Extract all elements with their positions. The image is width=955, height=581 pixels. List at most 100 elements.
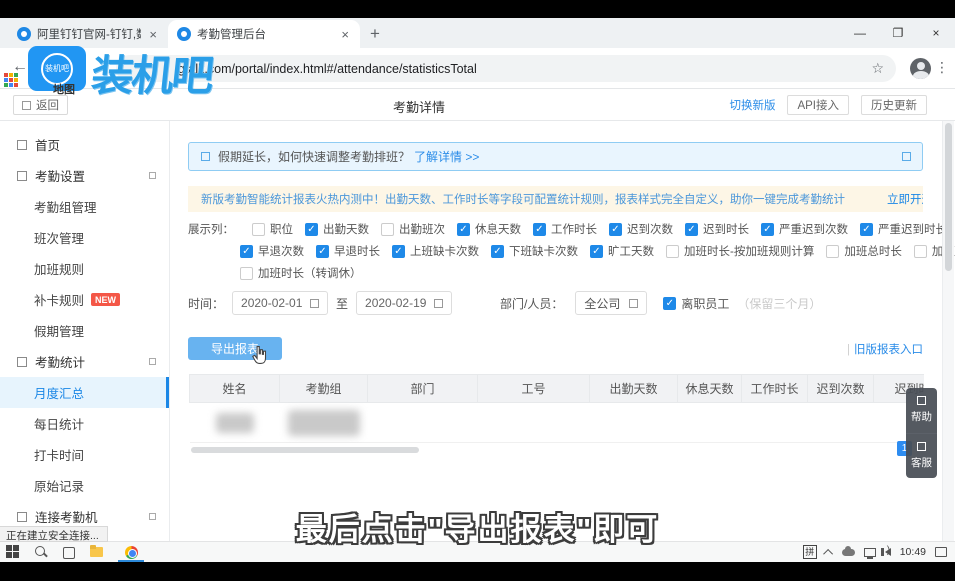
float-panel-help[interactable]: 帮助 [906, 388, 937, 433]
dept-select[interactable]: 全公司 [575, 291, 647, 315]
calendar-icon [434, 299, 443, 308]
new-tab-button[interactable]: + [370, 24, 380, 44]
column-checkbox-早退次数[interactable]: ✓ 早退次数 [240, 243, 304, 259]
checkbox-label: 迟到时长 [703, 221, 749, 237]
column-checkbox-严重迟到次数[interactable]: ✓ 严重迟到次数 [761, 221, 848, 237]
column-checkbox-工作时长[interactable]: ✓工作时长 [533, 221, 597, 237]
sidebar-item-0[interactable]: 首页 [0, 129, 169, 160]
float-panel-label: 客服 [911, 455, 932, 470]
checkbox-icon[interactable] [381, 223, 394, 236]
profile-avatar[interactable] [910, 58, 931, 79]
checkbox-icon[interactable]: ✓ [316, 245, 329, 258]
sidebar-item-2[interactable]: 考勤组管理 [0, 191, 169, 222]
sidebar-item-6[interactable]: 假期管理 [0, 315, 169, 346]
column-checkbox-旷工天数[interactable]: ✓旷工天数 [590, 243, 654, 259]
columns-row-1: ✓ 早退次数 ✓早退时长 ✓上班缺卡次数 ✓下班缺卡次数 ✓旷工天数加班时长-按加班规则计… [240, 243, 927, 259]
browser-menu-icon[interactable]: ⋮ [935, 59, 949, 76]
column-checkbox-早退时长[interactable]: ✓早退时长 [316, 243, 380, 259]
sidebar-item-10[interactable]: 打卡时间 [0, 439, 169, 470]
checkbox-icon[interactable]: ✓ [860, 223, 873, 236]
checkbox-icon[interactable]: ✓ [491, 245, 504, 258]
date-to-picker[interactable]: 2020-02-19 [356, 291, 452, 315]
checkbox-icon[interactable]: ✓ [590, 245, 603, 258]
checkbox-icon[interactable]: ✓ [533, 223, 546, 236]
date-from-picker[interactable]: 2020-02-01 [232, 291, 328, 315]
legacy-report-link[interactable]: |旧版报表入口 [847, 341, 923, 357]
column-checkbox-出勤班次[interactable]: 出勤班次 [381, 221, 445, 237]
column-checkbox-休息天数[interactable]: ✓ 休息天数 [457, 221, 521, 237]
vertical-scrollbar-thumb[interactable] [945, 123, 952, 271]
sidebar-item-label: 原始记录 [34, 476, 84, 495]
checkbox-label: 休息天数 [475, 221, 521, 237]
sidebar-item-5[interactable]: 补卡规则NEW [0, 284, 169, 315]
export-report-button[interactable]: 导出报表 [188, 337, 282, 360]
tray-expand-icon[interactable] [823, 548, 833, 558]
column-checkbox-迟到次数[interactable]: ✓迟到次数 [609, 221, 673, 237]
banner-detail-link[interactable]: 了解详情 >> [414, 148, 479, 165]
sidebar-item-7[interactable]: 考勤统计 [0, 346, 169, 377]
url-text[interactable]: gtalk.com/portal/index.html#/attendance/… [178, 62, 477, 76]
sidebar-item-3[interactable]: 班次管理 [0, 222, 169, 253]
collapse-icon[interactable] [149, 172, 156, 179]
column-checkbox-加班时长（转调休）[interactable]: 加班时长（转调休） [240, 265, 362, 281]
checkbox-icon[interactable]: ✓ [761, 223, 774, 236]
switch-new-version-link[interactable]: 切换新版 [729, 97, 775, 113]
page-content: 返回 考勤详情 切换新版 API接入 历史更新 首页考勤设置考勤组管理班次管理加… [0, 89, 955, 541]
address-bar[interactable]: gtalk.com/portal/index.html#/attendance/… [116, 55, 896, 82]
checkbox-icon[interactable]: ✓ [305, 223, 318, 236]
checkbox-icon[interactable]: ✓ [609, 223, 622, 236]
sidebar-item-label: 考勤统计 [35, 352, 85, 371]
volume-icon[interactable] [885, 548, 891, 556]
column-checkbox-出勤天数[interactable]: ✓出勤天数 [305, 221, 369, 237]
sidebar-item-1[interactable]: 考勤设置 [0, 160, 169, 191]
promo-bar: 新版考勤智能统计报表火热内测中！出勤天数、工作时长等字段可配置统计规则，报表样式… [188, 186, 923, 212]
return-button[interactable]: 返回 [13, 95, 68, 115]
checkbox-icon[interactable] [826, 245, 839, 258]
bookmark-star-icon[interactable]: ☆ [871, 60, 884, 77]
column-checkbox-下班缺卡次数[interactable]: ✓下班缺卡次数 [491, 243, 578, 259]
checkbox-icon[interactable]: ✓ [457, 223, 470, 236]
sidebar-item-8[interactable]: 月度汇总 [0, 377, 169, 408]
table-header-休息天数: 休息天数 [678, 375, 742, 403]
checkbox-label: 早退次数 [258, 243, 304, 259]
checkbox-icon[interactable] [666, 245, 679, 258]
api-access-button[interactable]: API接入 [787, 95, 849, 115]
column-checkbox-加班时长-按加班规则计算[interactable]: 加班时长-按加班规则计算 [666, 243, 814, 259]
column-checkbox-职位[interactable]: 职位 [252, 221, 293, 237]
sidebar-item-4[interactable]: 加班规则 [0, 253, 169, 284]
sidebar-item-9[interactable]: 每日统计 [0, 408, 169, 439]
history-update-button[interactable]: 历史更新 [861, 95, 927, 115]
column-checkbox-上班缺卡次数[interactable]: ✓上班缺卡次数 [392, 243, 479, 259]
table-cell [368, 403, 478, 443]
tab-close-icon[interactable]: × [147, 27, 159, 42]
column-checkbox-迟到时长[interactable]: ✓ 迟到时长 [685, 221, 749, 237]
sidebar-item-11[interactable]: 原始记录 [0, 470, 169, 501]
report-table: 姓名考勤组部门工号出勤天数休息天数工作时长迟到次数迟到时长 [189, 374, 924, 443]
onedrive-icon[interactable] [842, 549, 855, 556]
tab-close-icon[interactable]: × [339, 27, 351, 42]
restore-button[interactable]: ❐ [879, 18, 917, 48]
checkbox-label: 职位 [270, 221, 293, 237]
column-checkbox-严重迟到时长[interactable]: ✓严重迟到时长 [860, 221, 947, 237]
banner-close-icon[interactable] [902, 152, 911, 161]
checkbox-icon[interactable]: ✓ [663, 297, 676, 310]
resigned-checkbox[interactable]: ✓ 离职员工 [663, 295, 729, 312]
checkbox-label: 严重迟到次数 [779, 221, 848, 237]
column-checkbox-加班总时长[interactable]: 加班总时长 [826, 243, 902, 259]
table-row[interactable] [190, 403, 925, 443]
table-cell [280, 403, 368, 443]
vertical-scrollbar [942, 121, 954, 541]
horizontal-scrollbar-thumb[interactable] [191, 447, 419, 453]
service-icon [917, 442, 926, 451]
float-panel-service[interactable]: 客服 [906, 433, 937, 479]
checkbox-icon[interactable] [252, 223, 265, 236]
checkbox-icon[interactable]: ✓ [392, 245, 405, 258]
activate-now-link[interactable]: 立即开通 [887, 191, 923, 207]
checkbox-icon[interactable]: ✓ [240, 245, 253, 258]
checkbox-icon[interactable] [914, 245, 927, 258]
collapse-icon[interactable] [149, 358, 156, 365]
checkbox-icon[interactable] [240, 267, 253, 280]
checkbox-icon[interactable]: ✓ [685, 223, 698, 236]
window-close-button[interactable]: × [917, 18, 955, 48]
minimize-button[interactable]: — [841, 18, 879, 48]
